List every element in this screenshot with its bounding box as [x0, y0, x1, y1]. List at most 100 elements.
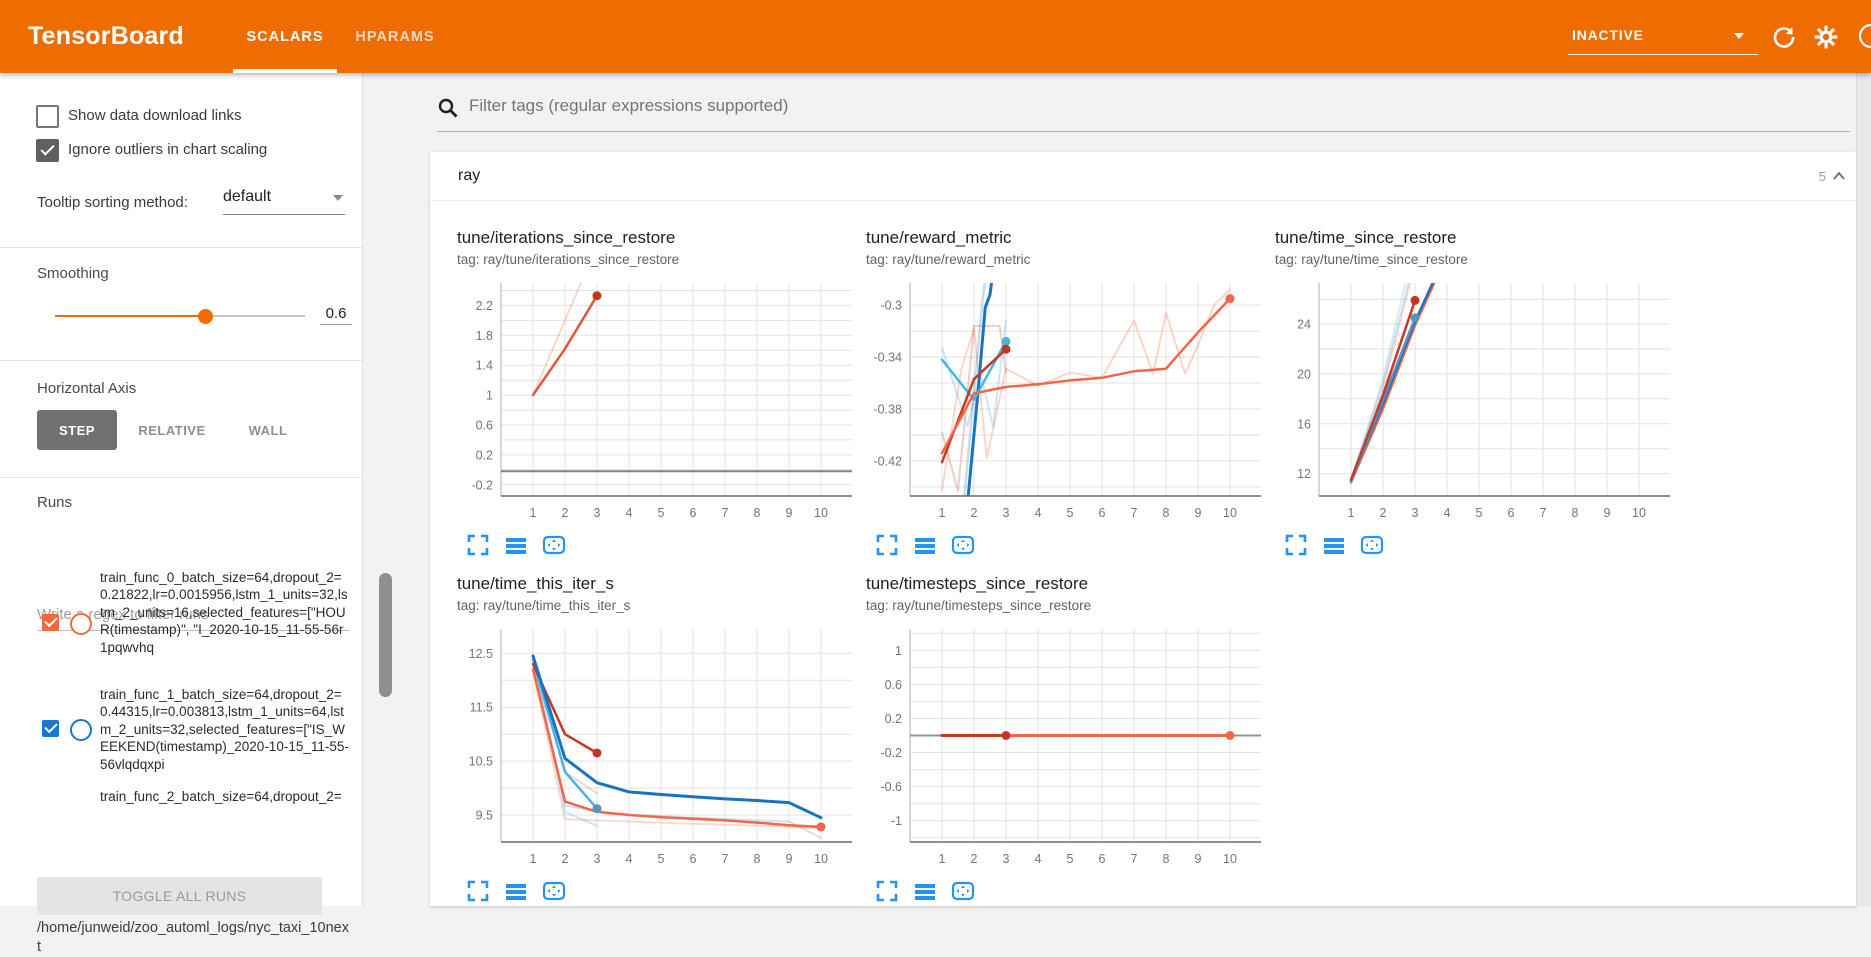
fit-domain-icon[interactable] [1359, 532, 1385, 558]
svg-text:3: 3 [1003, 852, 1010, 866]
show-download-links-label: Show data download links [68, 107, 241, 124]
chart-plot[interactable]: -0.3-0.34-0.38-0.4212345678910 [866, 278, 1266, 528]
svg-text:3: 3 [1003, 506, 1010, 520]
svg-text:4: 4 [1035, 852, 1042, 866]
expand-chart-icon[interactable] [874, 878, 900, 904]
svg-text:7: 7 [722, 852, 729, 866]
data-table-icon[interactable] [503, 878, 529, 904]
smoothing-slider-thumb[interactable] [198, 309, 213, 324]
show-download-links-checkbox[interactable] [36, 105, 59, 128]
fit-domain-icon[interactable] [950, 532, 976, 558]
data-table-icon[interactable] [1321, 532, 1347, 558]
chevron-up-icon[interactable] [1832, 171, 1846, 181]
chart-plot[interactable]: 10.60.2-0.2-0.6-112345678910 [866, 624, 1266, 874]
svg-text:5: 5 [1067, 506, 1074, 520]
svg-text:7: 7 [1131, 506, 1138, 520]
data-table-icon[interactable] [503, 532, 529, 558]
tooltip-sorting-label: Tooltip sorting method: [37, 194, 188, 211]
ignore-outliers-checkbox[interactable] [36, 139, 59, 162]
fit-domain-icon[interactable] [541, 532, 567, 558]
svg-text:10: 10 [1632, 506, 1646, 520]
help-icon[interactable] [1858, 23, 1871, 49]
section-name: ray [458, 167, 480, 185]
chart-actions [465, 532, 857, 558]
svg-text:1: 1 [486, 389, 493, 403]
main-scrollbar-track[interactable] [1856, 73, 1871, 906]
chart-title: tune/time_since_restore [1275, 228, 1675, 252]
smoothing-slider[interactable] [55, 315, 305, 317]
chart-tag: tag: ray/tune/time_this_iter_s [457, 598, 857, 618]
refresh-icon[interactable] [1771, 24, 1797, 50]
section-divider [0, 360, 362, 361]
svg-text:8: 8 [1163, 852, 1170, 866]
chart-actions [874, 878, 1266, 904]
data-table-icon[interactable] [912, 878, 938, 904]
expand-chart-icon[interactable] [874, 532, 900, 558]
chevron-down-icon [333, 195, 343, 201]
svg-text:10: 10 [814, 506, 828, 520]
run-item-label[interactable]: train_func_1_batch_size=64,dropout_2=0.4… [100, 686, 350, 773]
run-status-dropdown[interactable]: INACTIVE [1568, 18, 1758, 55]
svg-text:9: 9 [786, 506, 793, 520]
fit-domain-icon[interactable] [541, 878, 567, 904]
svg-text:16: 16 [1297, 417, 1311, 431]
horizontal-axis-label: Horizontal Axis [37, 380, 136, 397]
svg-text:1: 1 [939, 852, 946, 866]
run-isolate-radio[interactable] [70, 613, 92, 635]
tab-scalars-label: SCALARS [246, 29, 323, 45]
data-table-icon[interactable] [912, 532, 938, 558]
svg-text:1: 1 [1348, 506, 1355, 520]
toggle-all-runs-button[interactable]: TOGGLE ALL RUNS [37, 877, 322, 915]
svg-text:10: 10 [1223, 506, 1237, 520]
charts-grid: tune/iterations_since_restore tag: ray/t… [457, 228, 1856, 920]
chart-title: tune/iterations_since_restore [457, 228, 857, 252]
fit-domain-icon[interactable] [950, 878, 976, 904]
sidebar-scrollbar-thumb[interactable] [379, 573, 392, 697]
axis-relative-label: RELATIVE [138, 423, 205, 438]
smoothing-slider-fill [55, 315, 205, 317]
svg-text:-0.38: -0.38 [874, 403, 903, 417]
tooltip-sorting-value: default [223, 188, 271, 205]
axis-wall-label: WALL [249, 423, 288, 438]
svg-text:0.2: 0.2 [476, 448, 493, 462]
svg-text:10.5: 10.5 [469, 755, 493, 769]
expand-chart-icon[interactable] [1283, 532, 1309, 558]
svg-text:8: 8 [1163, 506, 1170, 520]
run-isolate-radio[interactable] [70, 719, 92, 741]
svg-text:6: 6 [1508, 506, 1515, 520]
smoothing-value-field[interactable] [320, 303, 352, 325]
chart-card-time-since-restore: tune/time_since_restore tag: ray/tune/ti… [1275, 228, 1675, 558]
axis-step-button[interactable]: STEP [37, 410, 117, 450]
chart-plot[interactable]: 12.511.510.59.512345678910 [457, 624, 857, 874]
svg-text:6: 6 [1099, 852, 1106, 866]
tag-filter-input[interactable] [467, 95, 1841, 117]
chart-plot[interactable]: 2420161212345678910 [1275, 278, 1675, 528]
chart-tag: tag: ray/tune/time_since_restore [1275, 252, 1675, 272]
axis-step-label: STEP [59, 423, 95, 438]
chart-svg: 10.60.2-0.2-0.6-112345678910 [866, 624, 1266, 874]
svg-text:7: 7 [1131, 852, 1138, 866]
axis-relative-button[interactable]: RELATIVE [130, 410, 214, 450]
tooltip-sorting-select[interactable]: default [223, 188, 345, 215]
chart-svg: 2.21.81.410.60.2-0.212345678910 [457, 278, 857, 528]
run-item-label[interactable]: train_func_0_batch_size=64,dropout_2=0.2… [100, 569, 350, 656]
tensorboard-app: { "colors": { "header_orange": "#ef6c00"… [0, 0, 1871, 906]
svg-text:1.8: 1.8 [476, 329, 493, 343]
svg-text:6: 6 [1099, 506, 1106, 520]
expand-chart-icon[interactable] [465, 878, 491, 904]
chart-card-iterations-since-restore: tune/iterations_since_restore tag: ray/t… [457, 228, 857, 558]
svg-text:-1: -1 [891, 814, 902, 828]
expand-chart-icon[interactable] [465, 532, 491, 558]
chart-plot[interactable]: 2.21.81.410.60.2-0.212345678910 [457, 278, 857, 528]
svg-text:7: 7 [1540, 506, 1547, 520]
svg-text:6: 6 [690, 506, 697, 520]
run-checkbox[interactable] [42, 614, 59, 631]
gear-icon[interactable] [1813, 24, 1839, 50]
ray-section-header[interactable]: ray 5 [430, 152, 1856, 201]
run-checkbox[interactable] [42, 720, 59, 737]
tab-hparams[interactable]: HPARAMS [349, 0, 441, 73]
tab-scalars[interactable]: SCALARS [233, 0, 337, 73]
run-item-label[interactable]: train_func_2_batch_size=64,dropout_2= [100, 788, 350, 806]
axis-wall-button[interactable]: WALL [240, 410, 296, 450]
chart-card-time-this-iter: tune/time_this_iter_s tag: ray/tune/time… [457, 574, 857, 904]
